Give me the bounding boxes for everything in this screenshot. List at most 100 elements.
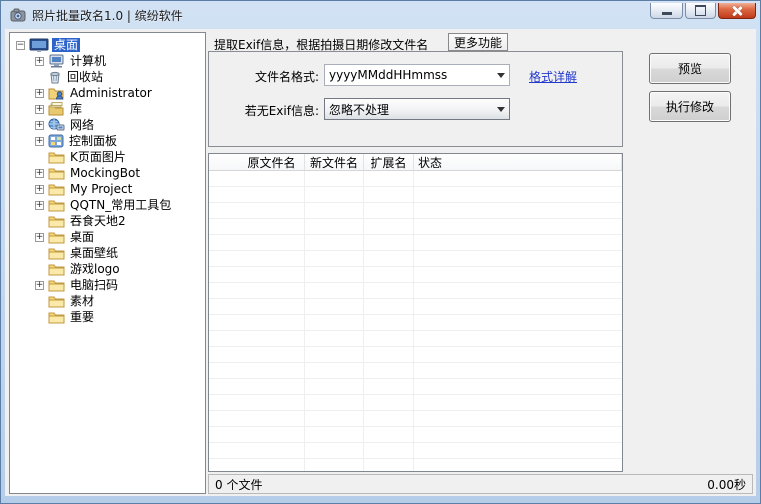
tree-item-label[interactable]: 重要 <box>68 310 96 324</box>
table-cell <box>209 171 305 186</box>
tree-item[interactable]: +库 <box>10 101 205 117</box>
exif-settings-panel: 文件名格式: yyyyMMddHHmmss 格式详解 若无Exif信息: 忽略不… <box>208 51 623 147</box>
user-folder-icon <box>48 86 65 100</box>
table-cell <box>414 299 622 314</box>
table-row <box>209 235 622 251</box>
tree-item-label[interactable]: MockingBot <box>68 166 142 180</box>
tree-item-label[interactable]: K页面图片 <box>68 150 128 164</box>
title-bar: 照片批量改名1.0 | 缤纷软件 <box>1 1 760 29</box>
folder-icon <box>48 166 65 180</box>
chevron-down-icon[interactable] <box>493 73 509 78</box>
minimize-button[interactable] <box>650 3 683 19</box>
table-row <box>209 267 622 283</box>
table-cell <box>209 267 305 282</box>
expand-expander-icon[interactable]: + <box>35 201 44 210</box>
column-header[interactable]: 扩展名 <box>364 154 414 170</box>
expand-expander-icon[interactable]: + <box>35 105 44 114</box>
chevron-down-icon[interactable] <box>493 107 509 112</box>
table-cell <box>305 267 364 282</box>
table-cell <box>305 411 364 426</box>
expand-expander-icon[interactable]: + <box>35 233 44 242</box>
window-title: 照片批量改名1.0 | 缤纷软件 <box>32 7 183 24</box>
tree-item-label[interactable]: 计算机 <box>68 54 108 68</box>
table-row <box>209 187 622 203</box>
elapsed-time-status: 0.00秒 <box>707 476 746 493</box>
tree-item-label[interactable]: 库 <box>68 102 84 116</box>
tree-item-label[interactable]: My Project <box>68 182 134 196</box>
expand-expander-icon[interactable]: + <box>35 89 44 98</box>
expand-expander-icon[interactable]: + <box>35 185 44 194</box>
tree-item[interactable]: 素材 <box>10 293 205 309</box>
tree-item-label[interactable]: 吞食天地2 <box>68 214 128 228</box>
folder-icon <box>48 246 65 260</box>
tree-item[interactable]: + 计算机 <box>10 53 205 69</box>
filename-format-combobox[interactable]: yyyyMMddHHmmss <box>324 64 510 86</box>
tab-more-features-label: 更多功能 <box>454 34 502 51</box>
column-header[interactable]: 新文件名 <box>305 154 364 170</box>
table-cell <box>364 267 414 282</box>
table-cell <box>305 379 364 394</box>
tree-item-label[interactable]: 桌面壁纸 <box>68 246 120 260</box>
table-cell <box>305 363 364 378</box>
tree-item[interactable]: 吞食天地2 <box>10 213 205 229</box>
folder-icon <box>48 198 65 212</box>
tree-item[interactable]: + 桌面 <box>10 229 205 245</box>
table-cell <box>364 427 414 442</box>
table-cell <box>305 219 364 234</box>
expand-expander-icon[interactable]: + <box>35 281 44 290</box>
tree-item[interactable]: 重要 <box>10 309 205 325</box>
table-cell <box>209 459 305 472</box>
table-cell <box>305 347 364 362</box>
expand-expander-icon[interactable]: + <box>35 57 44 66</box>
tree-item-label[interactable]: 素材 <box>68 294 96 308</box>
file-list-body <box>209 171 622 472</box>
tree-item[interactable]: + My Project <box>10 181 205 197</box>
file-list-header: 原文件名新文件名扩展名状态 <box>209 154 622 171</box>
collapse-expander-icon[interactable]: − <box>16 41 25 50</box>
tree-item[interactable]: + 电脑扫码 <box>10 277 205 293</box>
no-exif-combobox[interactable]: 忽略不处理 <box>324 98 510 120</box>
tree-item-label[interactable]: 桌面 <box>68 230 96 244</box>
tree-item-label[interactable]: 回收站 <box>65 70 105 84</box>
column-header[interactable]: 状态 <box>414 154 622 170</box>
tree-item-label[interactable]: 控制面板 <box>67 134 119 148</box>
table-cell <box>414 283 622 298</box>
column-header[interactable]: 原文件名 <box>209 154 305 170</box>
execute-rename-button[interactable]: 执行修改 <box>649 91 731 122</box>
expand-expander-icon[interactable]: + <box>35 169 44 178</box>
tree-item-label[interactable]: 电脑扫码 <box>68 278 120 292</box>
tree-item-label[interactable]: 游戏logo <box>68 262 122 276</box>
expand-expander-icon[interactable]: + <box>35 137 44 146</box>
tree-item[interactable]: 桌面壁纸 <box>10 245 205 261</box>
maximize-button[interactable] <box>685 3 716 19</box>
tree-item[interactable]: 游戏logo <box>10 261 205 277</box>
file-count-status: 0 个文件 <box>215 476 262 493</box>
filename-format-value: yyyyMMddHHmmss <box>325 68 493 82</box>
table-cell <box>414 203 622 218</box>
folder-icon <box>48 230 65 244</box>
tree-item[interactable]: K页面图片 <box>10 149 205 165</box>
control-panel-icon <box>48 134 64 148</box>
tab-more-features[interactable]: 更多功能 <box>448 33 508 51</box>
tree-item[interactable]: − 桌面 <box>10 37 205 53</box>
tree-item[interactable]: + QQTN_常用工具包 <box>10 197 205 213</box>
tree-item-label[interactable]: Administrator <box>68 86 154 100</box>
tree-item[interactable]: + 网络 <box>10 117 205 133</box>
tree-item[interactable]: 回收站 <box>10 69 205 85</box>
tree-item-label[interactable]: QQTN_常用工具包 <box>68 198 173 212</box>
table-cell <box>305 283 364 298</box>
format-details-link[interactable]: 格式详解 <box>529 68 577 85</box>
table-cell <box>305 187 364 202</box>
preview-button[interactable]: 预览 <box>649 53 731 84</box>
tree-item-label[interactable]: 桌面 <box>52 38 80 52</box>
table-cell <box>364 459 414 472</box>
table-row <box>209 395 622 411</box>
tree-item[interactable]: + 控制面板 <box>10 133 205 149</box>
tree-item[interactable]: + Administrator <box>10 85 205 101</box>
expand-expander-icon[interactable]: + <box>35 121 44 130</box>
table-cell <box>209 427 305 442</box>
tree-item-label[interactable]: 网络 <box>68 118 96 132</box>
tree-item[interactable]: + MockingBot <box>10 165 205 181</box>
table-cell <box>305 251 364 266</box>
close-button[interactable] <box>718 3 756 19</box>
